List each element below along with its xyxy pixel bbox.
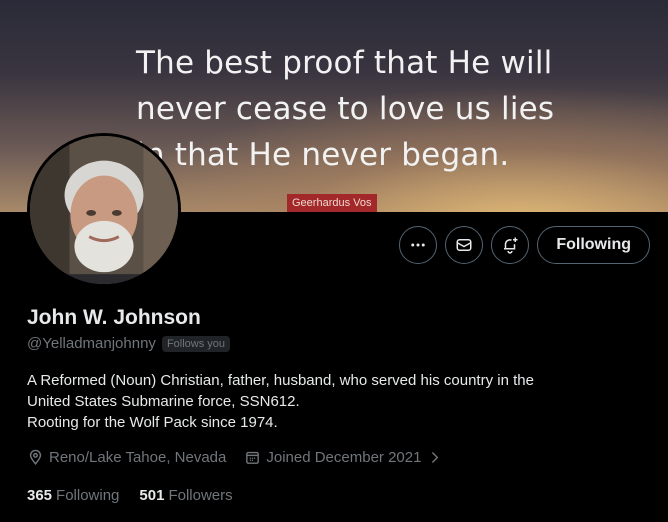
bio-line: Rooting for the Wolf Pack since 1974. [27,414,278,431]
chevron-right-icon[interactable] [426,449,443,466]
profile-stats: 365 Following 501 Followers [27,487,233,504]
quote-attribution: Geerhardus Vos [287,194,377,212]
handle-row: @Yelladmanjohnny Follows you [27,335,231,352]
following-label: Following [56,487,120,504]
following-count: 365 [27,487,53,504]
profile-bio: A Reformed (Noun) Christian, father, hus… [27,370,637,433]
more-button[interactable] [399,226,438,264]
following-link[interactable]: 365 Following [27,487,119,504]
profile-meta: Reno/Lake Tahoe, Nevada Joined December … [27,449,443,466]
quote-line: never cease to love us lies [136,91,555,127]
profile-actions: Following [399,226,650,264]
quote-line: The best proof that He will [136,45,553,81]
calendar-icon [246,451,260,464]
more-icon [411,243,426,247]
profile-name: John W. Johnson [27,306,201,329]
following-button[interactable]: Following [537,226,650,264]
notify-button[interactable] [491,226,530,264]
bio-line: A Reformed (Noun) Christian, father, hus… [27,372,534,389]
avatar[interactable] [27,133,181,287]
followers-count: 501 [139,487,165,504]
joined-text: Joined December 2021 [266,449,422,466]
bell-plus-icon [504,237,518,254]
follows-you-badge: Follows you [161,335,231,352]
location-text: Reno/Lake Tahoe, Nevada [49,449,227,466]
banner-quote: The best proof that He will never cease … [136,40,616,178]
bio-line: United States Submarine force, SSN612. [27,393,300,410]
location: Reno/Lake Tahoe, Nevada [27,449,226,466]
joined-date: Joined December 2021 [244,449,443,466]
location-pin-icon [29,449,42,465]
message-button[interactable] [445,226,484,264]
followers-label: Followers [168,487,233,504]
avatar-image [30,136,178,284]
quote-line: in that He never began. [136,137,510,173]
profile-handle: @Yelladmanjohnny [27,335,156,352]
followers-link[interactable]: 501 Followers [139,487,232,504]
envelope-icon [456,239,472,251]
